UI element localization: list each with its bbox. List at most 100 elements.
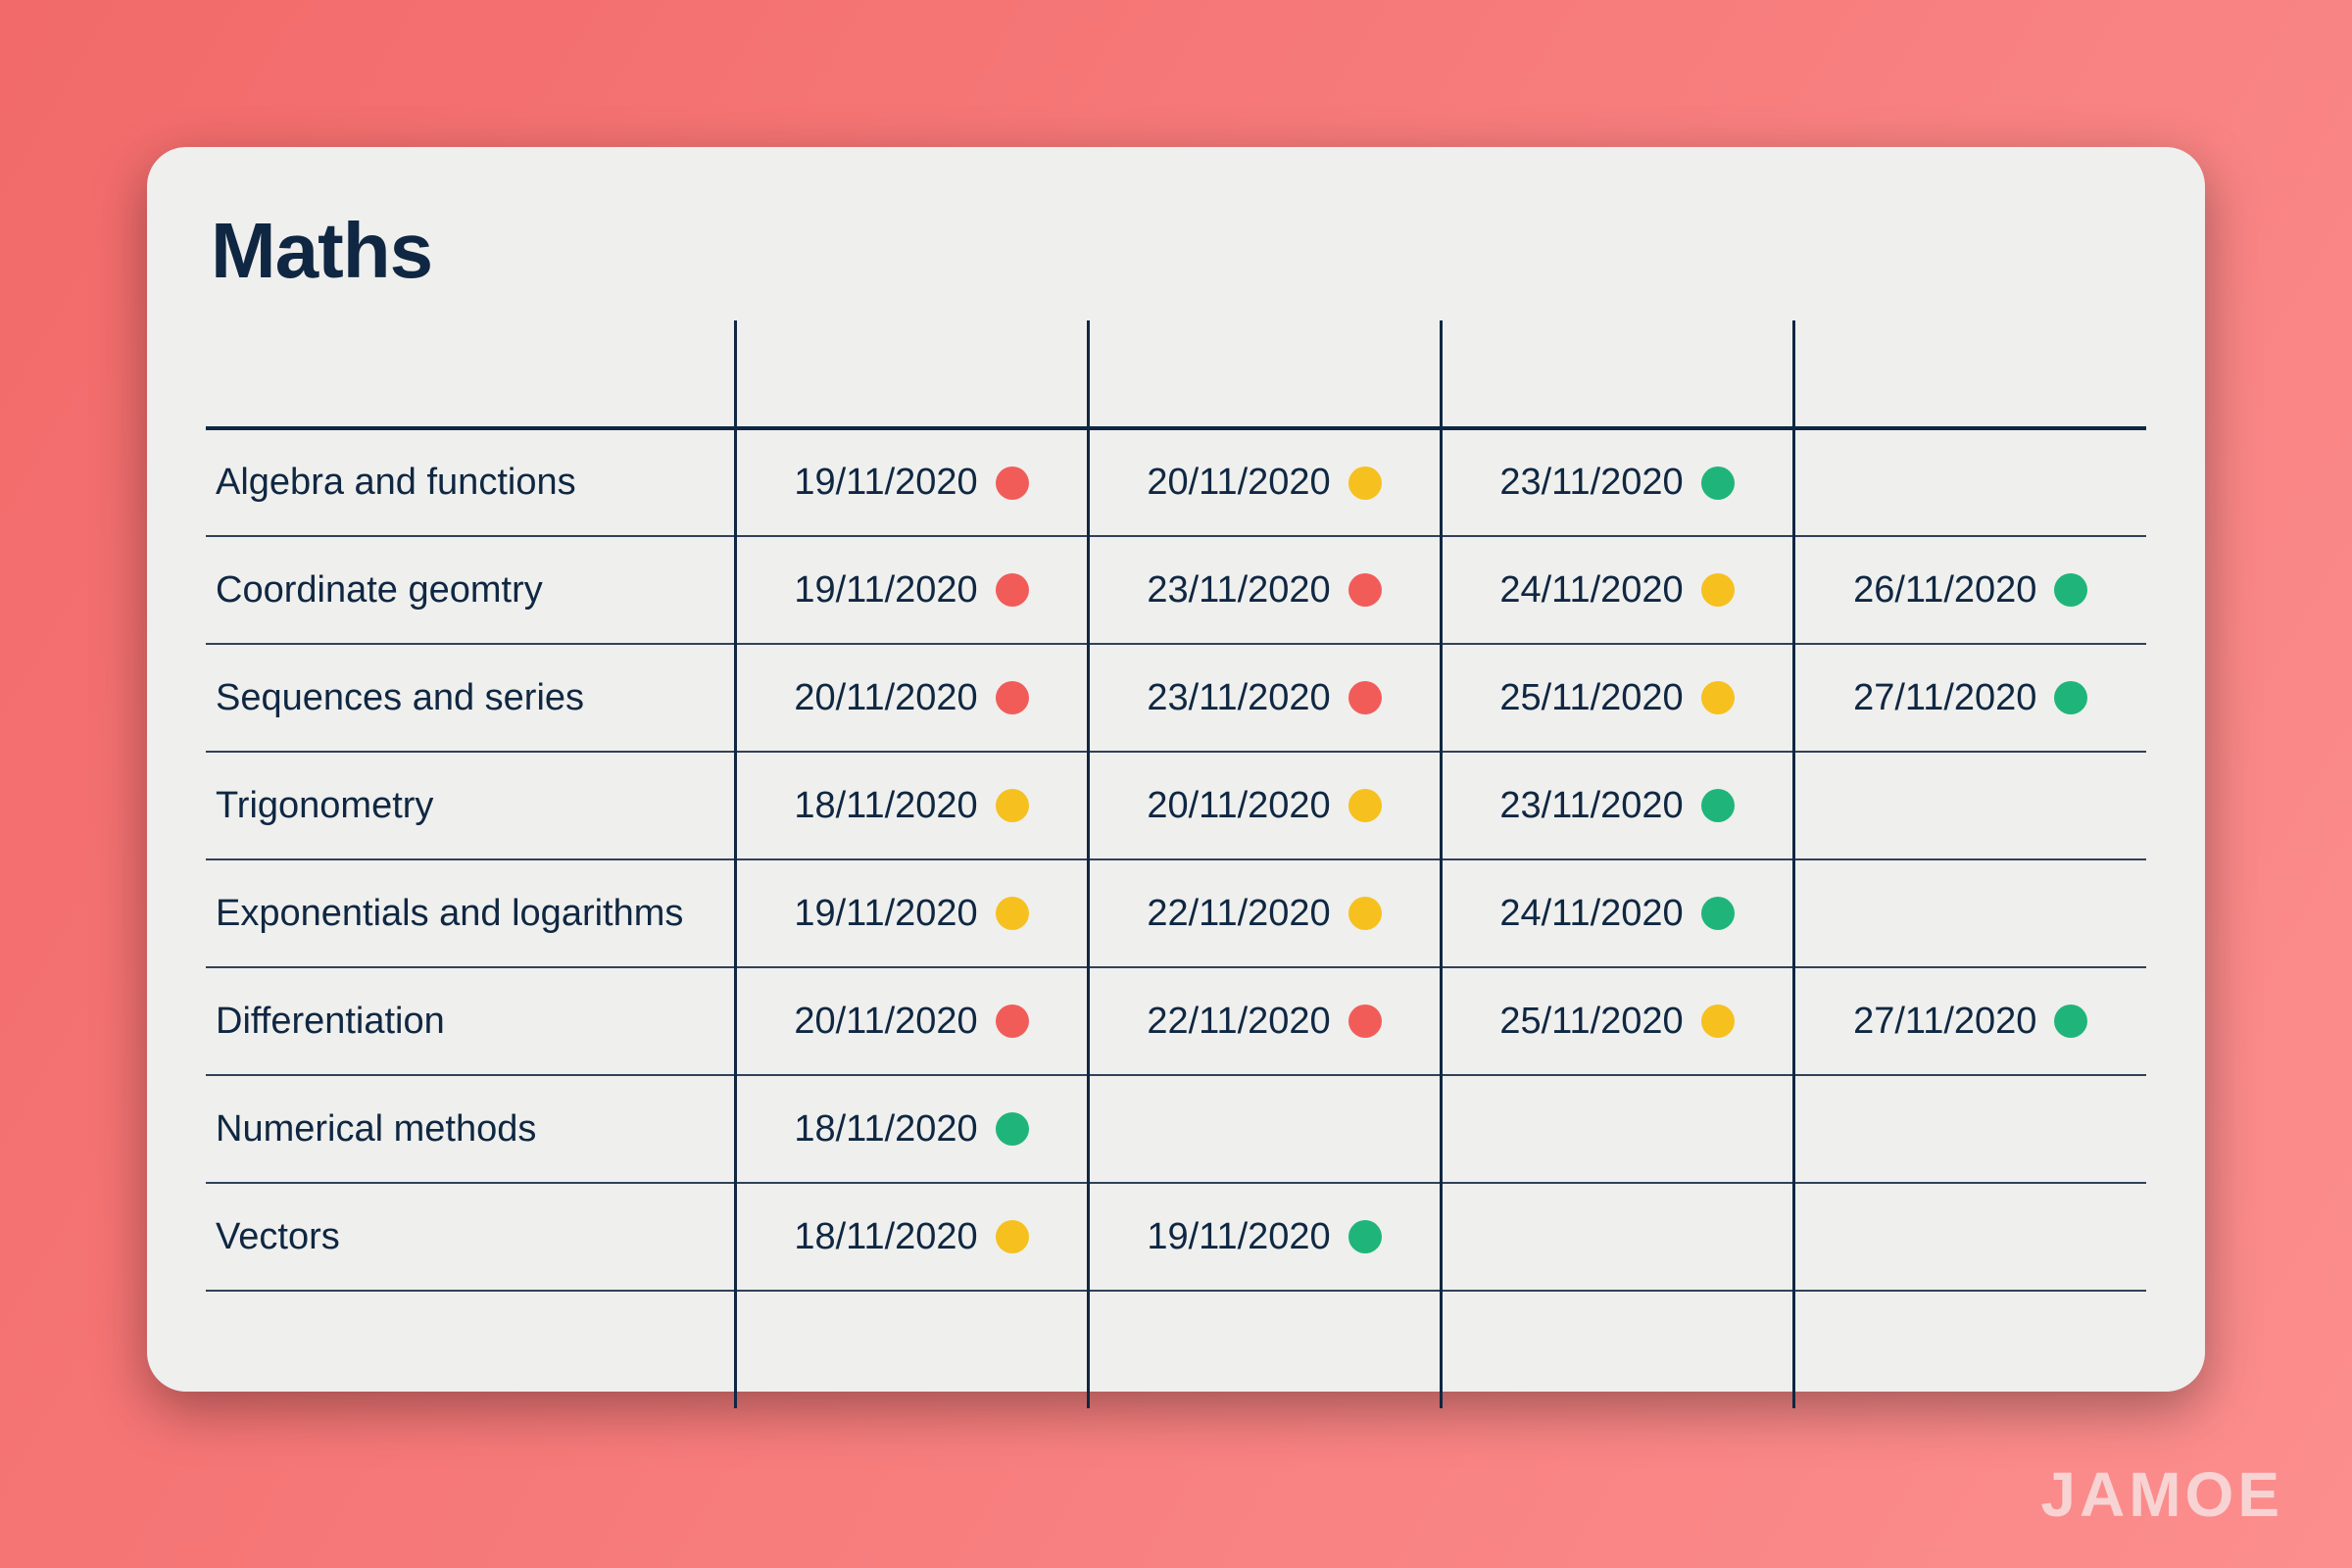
entry: 23/11/2020 <box>1090 537 1440 643</box>
green-status-dot-icon <box>1701 466 1735 500</box>
entry: 18/11/2020 <box>737 1184 1087 1290</box>
entry-cell <box>1441 1075 1793 1183</box>
green-status-dot-icon <box>996 1112 1029 1146</box>
entry: 22/11/2020 <box>1090 968 1440 1074</box>
entry: 23/11/2020 <box>1090 645 1440 751</box>
green-status-dot-icon <box>1701 789 1735 822</box>
topic-cell: Numerical methods <box>206 1075 735 1183</box>
entry-date: 19/11/2020 <box>1147 1216 1330 1258</box>
entry: 26/11/2020 <box>1795 537 2147 643</box>
entry-cell: 19/11/2020 <box>1088 1183 1441 1291</box>
table-row: Coordinate geomtry 19/11/2020 23/11/2020 24… <box>206 536 2146 644</box>
entry-cell: 18/11/2020 <box>735 1183 1088 1291</box>
topic-cell: Exponentials and logarithms <box>206 859 735 967</box>
red-status-dot-icon <box>996 1004 1029 1038</box>
entry-date: 27/11/2020 <box>1853 1001 2036 1043</box>
entry: 24/11/2020 <box>1443 860 1792 966</box>
topic-cell: Vectors <box>206 1183 735 1291</box>
table-row: Exponentials and logarithms 19/11/2020 22/… <box>206 859 2146 967</box>
header-rule <box>206 320 2146 428</box>
yellow-status-dot-icon <box>1348 789 1382 822</box>
entry-cell: 20/11/2020 <box>735 967 1088 1075</box>
entry-date: 18/11/2020 <box>794 1216 977 1258</box>
red-status-dot-icon <box>996 466 1029 500</box>
entry-date: 26/11/2020 <box>1853 569 2036 612</box>
topic-cell: Algebra and functions <box>206 428 735 536</box>
topic-cell: Differentiation <box>206 967 735 1075</box>
yellow-status-dot-icon <box>1348 897 1382 930</box>
red-status-dot-icon <box>996 681 1029 714</box>
entry: 23/11/2020 <box>1443 430 1792 535</box>
entry-cell: 18/11/2020 <box>735 752 1088 859</box>
green-status-dot-icon <box>2054 681 2087 714</box>
entry-cell: 27/11/2020 <box>1793 644 2146 752</box>
entry-date: 18/11/2020 <box>794 1108 977 1151</box>
entry-cell: 27/11/2020 <box>1793 967 2146 1075</box>
entry: 27/11/2020 <box>1795 968 2147 1074</box>
red-status-dot-icon <box>1348 573 1382 607</box>
entry-date: 19/11/2020 <box>794 569 977 612</box>
entry-cell: 20/11/2020 <box>1088 428 1441 536</box>
entry-date: 22/11/2020 <box>1147 1001 1330 1043</box>
entry-date: 23/11/2020 <box>1499 785 1683 827</box>
entry-cell <box>1793 859 2146 967</box>
table-row: Sequences and series20/11/202023/11/2020… <box>206 644 2146 752</box>
entry-date: 20/11/2020 <box>1147 462 1330 504</box>
entry-date: 20/11/2020 <box>1147 785 1330 827</box>
entry-date: 20/11/2020 <box>794 1001 977 1043</box>
entry: 19/11/2020 <box>737 537 1087 643</box>
entry: 20/11/2020 <box>737 968 1087 1074</box>
entry-cell <box>1793 428 2146 536</box>
entry: 22/11/2020 <box>1090 860 1440 966</box>
entry-date: 24/11/2020 <box>1499 569 1683 612</box>
entry-cell: 19/11/2020 <box>735 536 1088 644</box>
entry: 23/11/2020 <box>1443 753 1792 858</box>
entry-cell: 19/11/2020 <box>735 428 1088 536</box>
entry-cell: 25/11/2020 <box>1441 967 1793 1075</box>
yellow-status-dot-icon <box>996 1220 1029 1253</box>
entry-date: 20/11/2020 <box>794 677 977 719</box>
yellow-status-dot-icon <box>1348 466 1382 500</box>
yellow-status-dot-icon <box>1701 573 1735 607</box>
entry-cell: 23/11/2020 <box>1088 536 1441 644</box>
entry-date: 22/11/2020 <box>1147 893 1330 935</box>
yellow-status-dot-icon <box>996 789 1029 822</box>
entry: 19/11/2020 <box>737 860 1087 966</box>
entry-date: 18/11/2020 <box>794 785 977 827</box>
tracker-card: Maths Algebra and functions19/11/202020/… <box>147 147 2205 1392</box>
brand-logo: JAMOE <box>2040 1458 2283 1531</box>
entry-cell <box>1793 1183 2146 1291</box>
table-row: Numerical methods 18/11/2020 <box>206 1075 2146 1183</box>
topic-cell: Coordinate geomtry <box>206 536 735 644</box>
yellow-status-dot-icon <box>996 897 1029 930</box>
red-status-dot-icon <box>1348 1004 1382 1038</box>
red-status-dot-icon <box>996 573 1029 607</box>
entry-cell: 18/11/2020 <box>735 1075 1088 1183</box>
entry-cell <box>1793 752 2146 859</box>
yellow-status-dot-icon <box>1701 681 1735 714</box>
entry: 27/11/2020 <box>1795 645 2147 751</box>
entry-date: 23/11/2020 <box>1147 569 1330 612</box>
entry: 19/11/2020 <box>1090 1184 1440 1290</box>
table-row: Trigonometry18/11/202020/11/202023/11/20… <box>206 752 2146 859</box>
entry-cell <box>1088 1075 1441 1183</box>
entry-cell: 23/11/2020 <box>1088 644 1441 752</box>
table-row: Differentiation 20/11/2020 22/11/2020 25/11… <box>206 967 2146 1075</box>
entry-date: 24/11/2020 <box>1499 893 1683 935</box>
entry-date: 19/11/2020 <box>794 893 977 935</box>
entry-cell: 24/11/2020 <box>1441 536 1793 644</box>
entry-date: 25/11/2020 <box>1499 677 1683 719</box>
entry-date: 23/11/2020 <box>1499 462 1683 504</box>
green-status-dot-icon <box>2054 1004 2087 1038</box>
entry-cell: 20/11/2020 <box>1088 752 1441 859</box>
entry-cell: 23/11/2020 <box>1441 752 1793 859</box>
entry: 18/11/2020 <box>737 1076 1087 1182</box>
entry: 19/11/2020 <box>737 430 1087 535</box>
entry-cell: 22/11/2020 <box>1088 967 1441 1075</box>
entry: 25/11/2020 <box>1443 645 1792 751</box>
entry-cell: 25/11/2020 <box>1441 644 1793 752</box>
entry: 24/11/2020 <box>1443 537 1792 643</box>
entry: 20/11/2020 <box>737 645 1087 751</box>
progress-table: Algebra and functions19/11/202020/11/202… <box>206 320 2146 1408</box>
entry: 20/11/2020 <box>1090 753 1440 858</box>
